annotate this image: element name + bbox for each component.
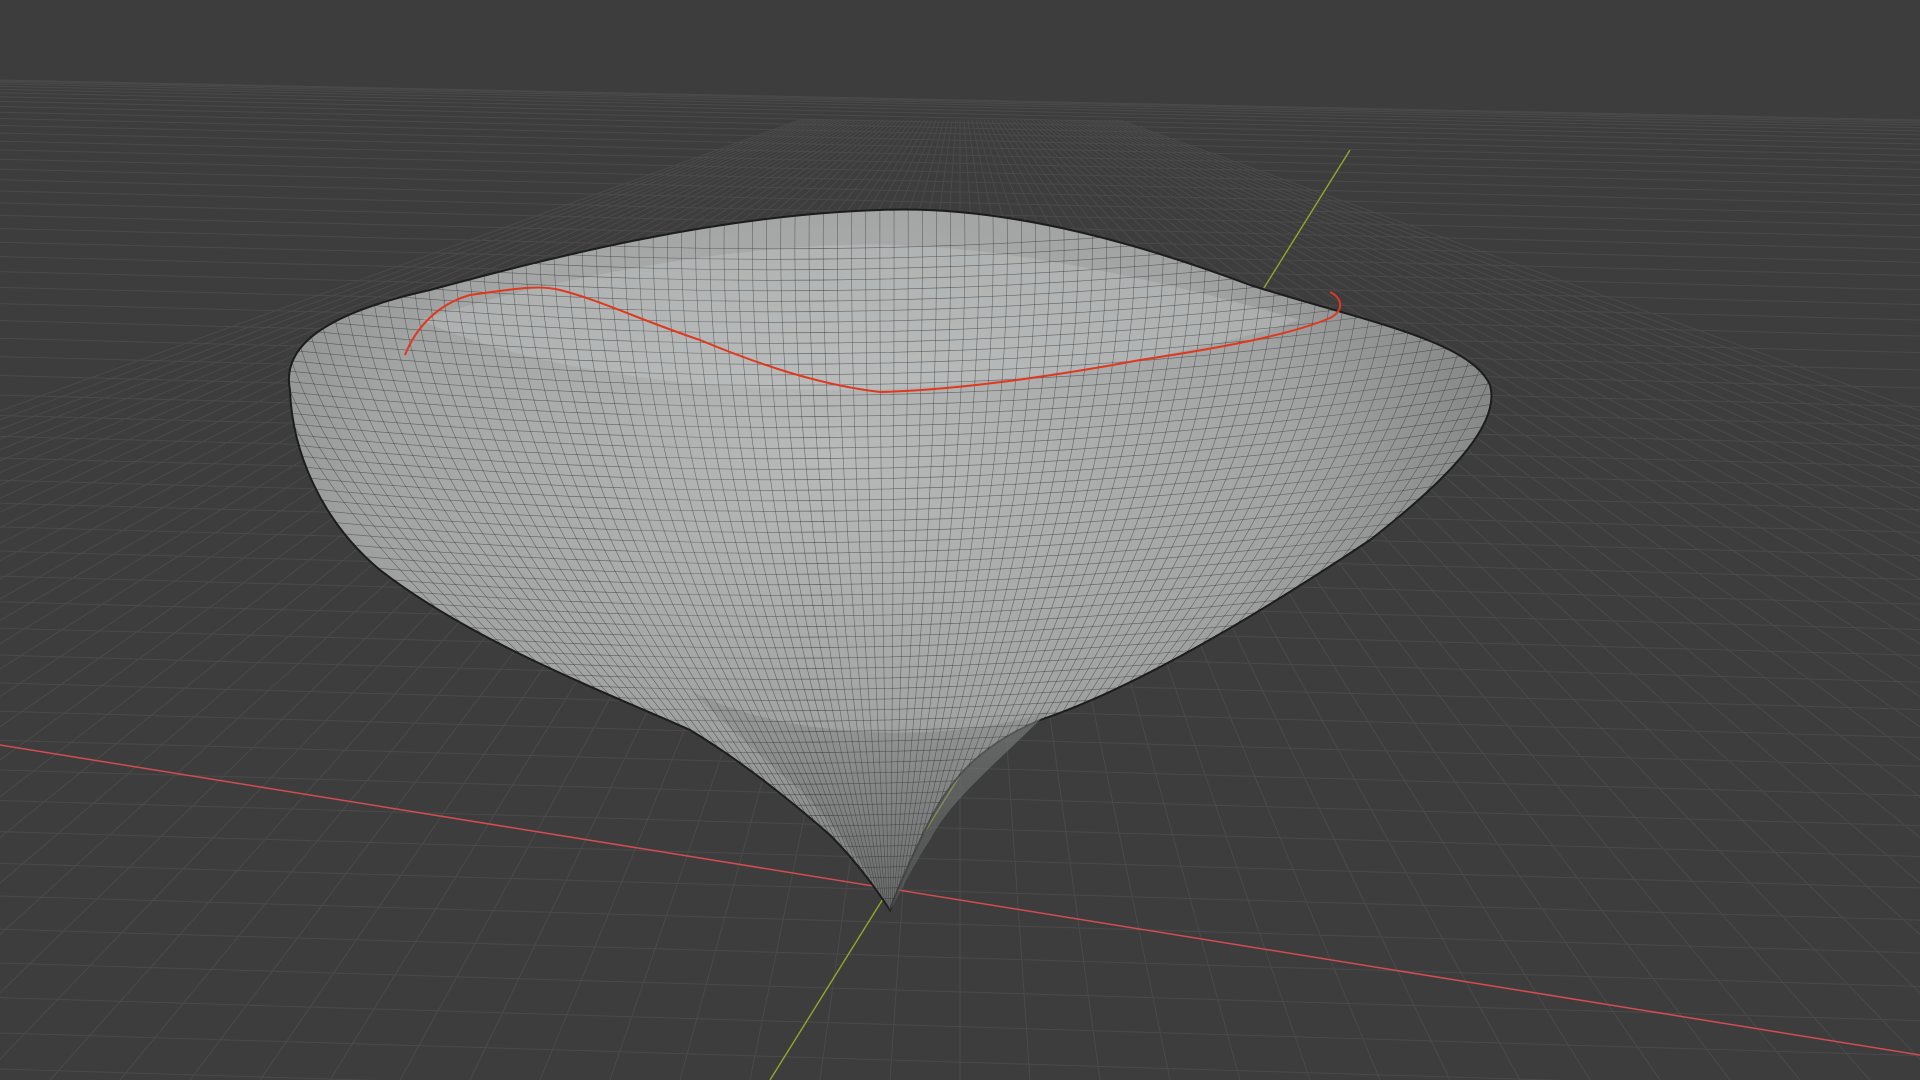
sculpted-mesh-object[interactable]: [242, 180, 1520, 984]
wire-edge: [288, 903, 1492, 910]
viewport-canvas: [0, 79, 1920, 1080]
grid-line: [0, 80, 1920, 122]
3d-viewport[interactable]: [0, 0, 1920, 1080]
grid-line: [0, 81, 1920, 124]
wire-edge: [250, 915, 1520, 974]
wire-edge: [250, 925, 1520, 984]
